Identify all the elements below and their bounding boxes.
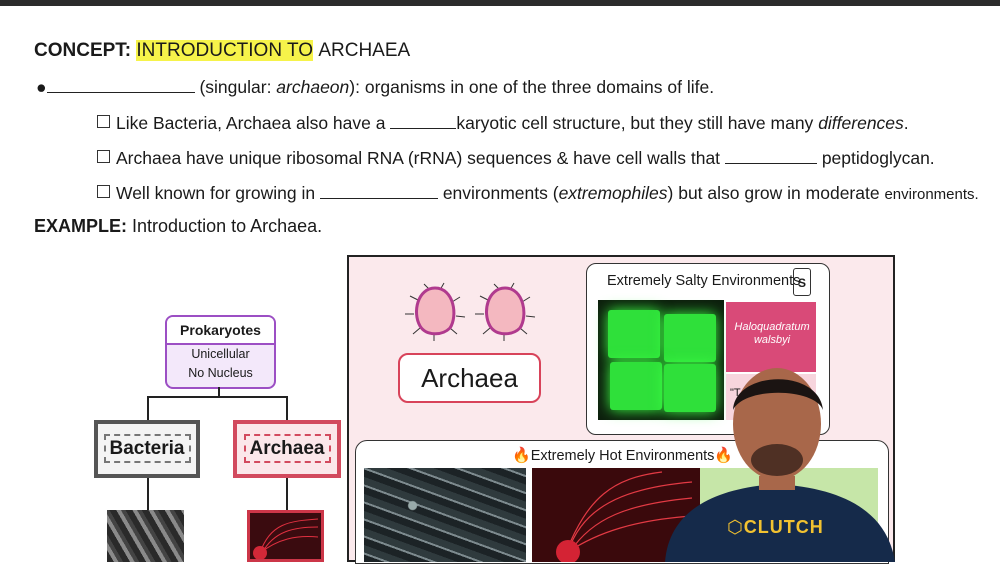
sub2-a: Archaea have unique ribosomal RNA (rRNA)… bbox=[116, 148, 721, 168]
fill-blank-4 bbox=[319, 183, 438, 199]
main-italic: archaeon bbox=[276, 77, 350, 97]
bacteria-label: Bacteria bbox=[103, 434, 191, 463]
unicellular-label: Unicellular bbox=[191, 347, 250, 361]
archaea-cells-illustration bbox=[405, 282, 536, 341]
flame-icon: 🔥 bbox=[512, 447, 531, 464]
fill-blank-2 bbox=[390, 113, 457, 129]
salty-title: Extremely Salty Environments bbox=[607, 273, 801, 289]
tree-connector bbox=[286, 478, 288, 510]
archaea-box: Archaea bbox=[233, 420, 341, 478]
fill-blank-3 bbox=[724, 148, 817, 164]
concept-rest: ARCHAEA bbox=[318, 40, 411, 61]
sub-bullet-1: Like Bacteria, Archaea also have a karyo… bbox=[97, 113, 909, 134]
archaea-cell-image bbox=[253, 518, 319, 560]
sub3-a: Well known for growing in bbox=[116, 183, 316, 203]
archaea-big-label: Archaea bbox=[398, 353, 541, 403]
bullet-main: ● (singular: archaeon): organisms in one… bbox=[36, 77, 714, 98]
square-cell bbox=[664, 314, 716, 362]
species-label: Haloquadratum walsbyi bbox=[734, 321, 810, 346]
sub2-b: peptidoglycan. bbox=[821, 148, 935, 168]
checkbox-icon bbox=[97, 150, 110, 163]
square-cell bbox=[608, 310, 660, 358]
fill-blank-1 bbox=[46, 77, 195, 93]
sub1-a: Like Bacteria, Archaea also have a bbox=[116, 113, 386, 133]
archaea-micrograph bbox=[247, 510, 324, 562]
top-bar bbox=[0, 0, 1000, 6]
sub1-d: . bbox=[903, 113, 909, 133]
concept-label: CONCEPT: bbox=[34, 40, 132, 61]
bacteria-box: Bacteria bbox=[94, 420, 200, 478]
main-suffix: ): organisms in one of the three domains… bbox=[349, 77, 715, 97]
prokaryotes-box: Prokaryotes Unicellular No Nucleus bbox=[165, 315, 276, 389]
bacteria-micrograph bbox=[107, 510, 184, 562]
clutch-logo-text: CLUTCH bbox=[743, 517, 824, 537]
sub-bullet-3: Well known for growing in environments (… bbox=[97, 183, 979, 204]
sub-bullet-2: Archaea have unique ribosomal RNA (rRNA)… bbox=[97, 148, 935, 169]
tree-connector bbox=[147, 396, 149, 420]
sub3-c: extremophiles bbox=[558, 183, 668, 203]
sub3-b: environments ( bbox=[442, 183, 559, 203]
no-nucleus-label: No Nucleus bbox=[188, 366, 253, 380]
tree-connector bbox=[147, 396, 288, 398]
example-text: Introduction to Archaea. bbox=[132, 216, 323, 236]
example-heading: EXAMPLE: Introduction to Archaea. bbox=[34, 216, 322, 237]
sub1-c: differences bbox=[818, 113, 904, 133]
prokaryotes-title: Prokaryotes bbox=[167, 317, 274, 345]
archaea-label: Archaea bbox=[243, 434, 331, 463]
salt-shaker-icon: S bbox=[793, 268, 811, 296]
example-label: EXAMPLE: bbox=[34, 216, 128, 236]
checkbox-icon bbox=[97, 115, 110, 128]
checkbox-icon bbox=[97, 185, 110, 198]
tree-connector bbox=[286, 396, 288, 420]
hot-spring-micrograph bbox=[364, 468, 526, 562]
bullet-dot: ● bbox=[36, 77, 47, 97]
sub3-d: ) but also grow in moderate bbox=[667, 183, 880, 203]
concept-highlight: INTRODUCTION TO bbox=[136, 40, 314, 61]
clutch-logo: ⬡CLUTCH bbox=[727, 517, 824, 537]
concept-heading: CONCEPT: INTRODUCTION TO ARCHAEA bbox=[34, 40, 410, 62]
tree-connector bbox=[147, 478, 149, 510]
main-prefix: (singular: bbox=[199, 77, 277, 97]
sub1-b: karyotic cell structure, but they still … bbox=[456, 113, 814, 133]
sub3-e: environments. bbox=[884, 186, 979, 203]
